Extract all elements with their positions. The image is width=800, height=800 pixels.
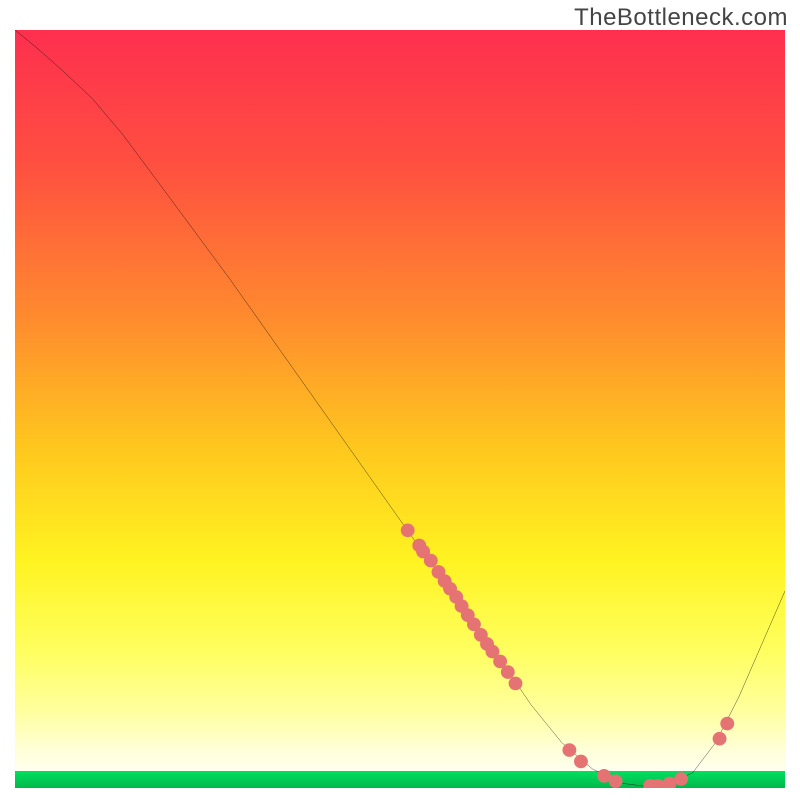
data-marker <box>713 732 727 746</box>
data-markers-group <box>401 523 734 788</box>
chart-container: TheBottleneck.com <box>0 0 800 800</box>
data-marker <box>609 774 623 788</box>
data-marker <box>720 717 734 731</box>
data-marker <box>424 554 438 568</box>
data-marker <box>501 665 515 679</box>
bottleneck-curve-line <box>15 30 785 786</box>
data-marker <box>401 523 415 537</box>
data-marker <box>574 755 588 769</box>
data-marker <box>509 677 523 691</box>
watermark-text: TheBottleneck.com <box>574 4 788 32</box>
data-marker <box>562 743 576 757</box>
plot-area <box>15 30 785 788</box>
plot-overlay-svg <box>15 30 785 788</box>
data-marker <box>674 772 688 786</box>
